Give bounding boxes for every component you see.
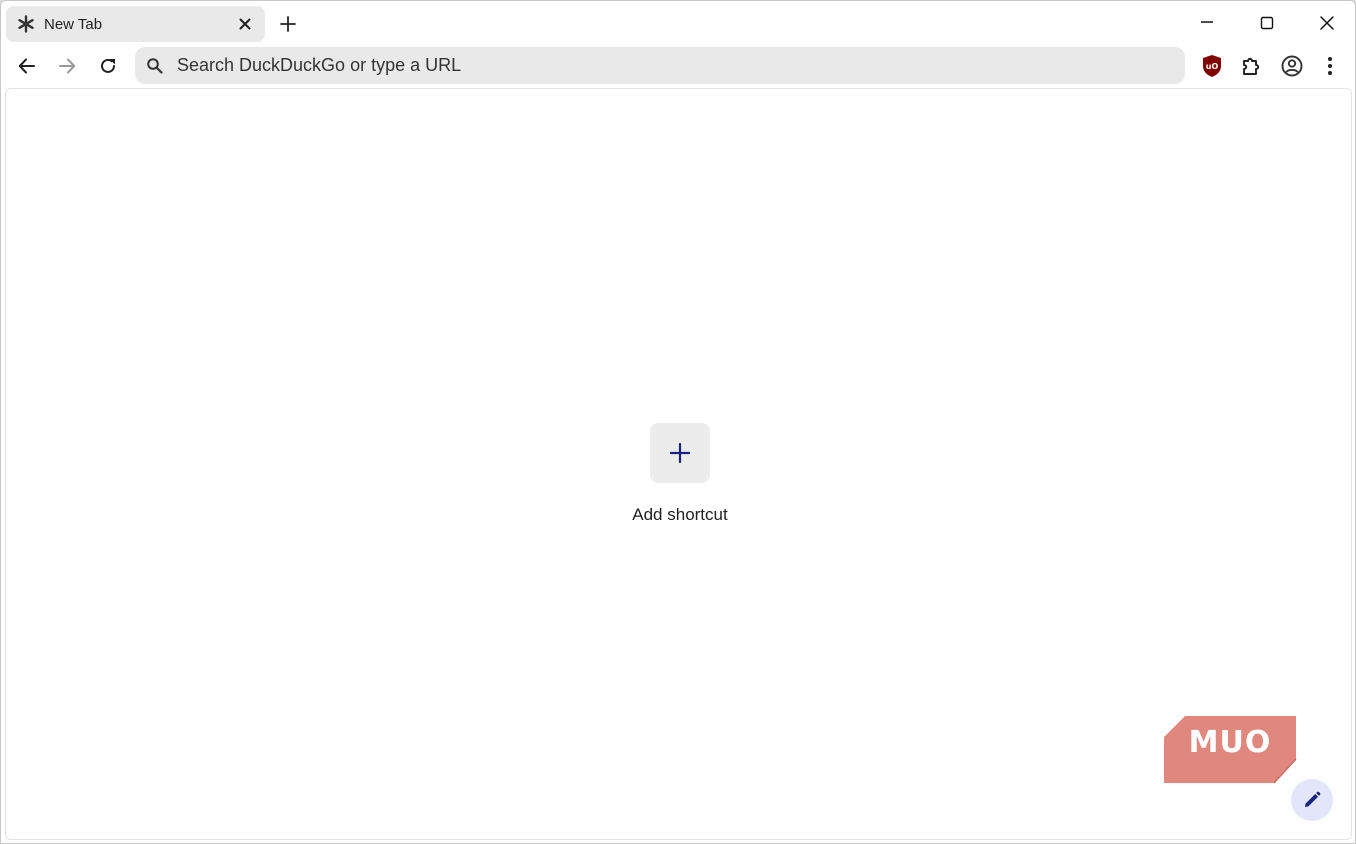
svg-text:uO: uO [1206, 62, 1219, 71]
minimize-button[interactable] [1192, 9, 1222, 37]
plus-icon [669, 442, 691, 464]
arrow-left-icon [17, 56, 37, 76]
asterisk-icon [16, 14, 36, 34]
plus-icon [280, 16, 296, 32]
pencil-icon [1303, 791, 1321, 809]
reload-icon [98, 56, 118, 76]
back-button[interactable] [15, 54, 39, 78]
close-icon [1319, 15, 1335, 31]
ublock-origin-icon: uO [1201, 54, 1223, 78]
watermark-text: MUO [1188, 725, 1272, 760]
browser-window: New Tab Search DuckDuckGo or type a URL … [0, 0, 1356, 844]
tab-strip: New Tab [1, 1, 1355, 45]
add-shortcut-label: Add shortcut [632, 505, 728, 524]
profile-icon [1280, 54, 1304, 78]
minimize-icon [1199, 15, 1215, 31]
menu-button[interactable] [1317, 53, 1343, 79]
extensions-button[interactable] [1239, 53, 1265, 79]
tab-new-tab[interactable]: New Tab [6, 6, 265, 42]
new-tab-button[interactable] [277, 13, 299, 35]
tab-close-icon[interactable] [235, 14, 255, 34]
puzzle-icon [1240, 54, 1264, 78]
add-shortcut-tile[interactable] [650, 423, 710, 483]
kebab-menu-icon [1326, 55, 1334, 77]
close-window-button[interactable] [1312, 9, 1342, 37]
new-tab-page: Add shortcut MUO [5, 88, 1352, 840]
browser-toolbar: uO [1, 45, 1355, 87]
ublock-origin-button[interactable]: uO [1199, 53, 1225, 79]
profile-button[interactable] [1279, 53, 1305, 79]
tab-title: New Tab [44, 15, 103, 33]
arrow-right-icon [57, 56, 77, 76]
maximize-icon [1259, 15, 1275, 31]
muo-watermark: MUO [1163, 715, 1297, 785]
customize-button[interactable] [1291, 779, 1333, 821]
maximize-button[interactable] [1252, 9, 1282, 37]
reload-button[interactable] [96, 54, 120, 78]
add-shortcut[interactable]: Add shortcut [620, 423, 740, 525]
address-input[interactable] [175, 49, 1185, 82]
forward-button[interactable] [55, 54, 79, 78]
address-bar[interactable] [135, 47, 1185, 84]
search-icon [145, 56, 165, 76]
